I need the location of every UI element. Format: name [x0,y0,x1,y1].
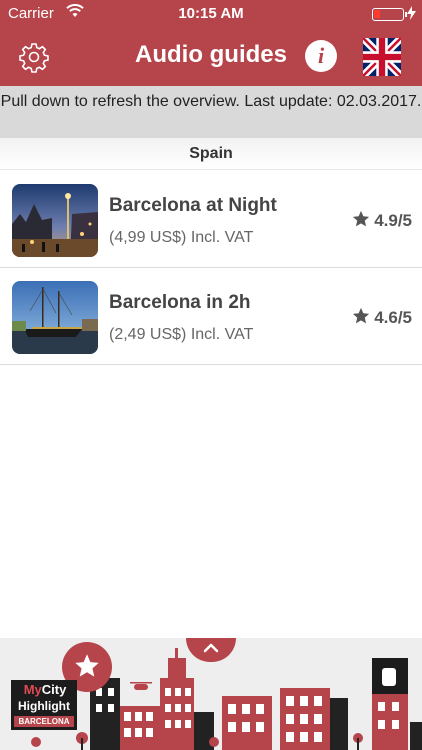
guide-title: Barcelona in 2h [109,292,251,313]
battery-icon [372,8,407,21]
info-button[interactable]: i [305,40,337,72]
guide-rating: 4.9/5 [352,210,412,231]
navigation-bar: Audio guides i [0,28,422,86]
guide-price: (2,49 US$) Incl. VAT [109,326,254,343]
refresh-notice: Pull down to refresh the overview. Last … [0,86,422,138]
guide-rating-value: 4.6/5 [374,308,412,327]
charging-icon [407,6,416,20]
star-icon [353,307,370,324]
star-icon [353,210,370,227]
guide-rating-value: 4.9/5 [374,211,412,230]
guide-row-barcelona-at-night[interactable]: Barcelona at Night (4,99 US$) Incl. VAT … [0,171,422,268]
uk-flag-icon[interactable] [363,38,401,76]
chevron-up-icon [203,643,219,653]
mycityhighlight-logo[interactable]: MyCity Highlight BARCELONA [11,680,77,730]
star-icon [75,654,99,677]
guide-row-barcelona-in-2h[interactable]: Barcelona in 2h (2,49 US$) Incl. VAT 4.6… [0,268,422,365]
page-title: Audio guides [135,41,287,68]
logo-line-2: Highlight [18,699,70,713]
logo-city-label: BARCELONA [14,716,74,727]
guide-thumbnail [12,281,98,354]
guide-price: (4,99 US$) Incl. VAT [109,229,254,246]
section-header-spain: Spain [0,138,422,170]
status-bar: Carrier 10:15 AM [0,0,422,28]
guide-title: Barcelona at Night [109,195,277,216]
clock: 10:15 AM [178,5,244,22]
info-icon: i [317,43,325,68]
guide-thumbnail [12,184,98,257]
logo-line-1: MyCity [23,682,67,697]
guide-rating: 4.6/5 [352,307,412,328]
